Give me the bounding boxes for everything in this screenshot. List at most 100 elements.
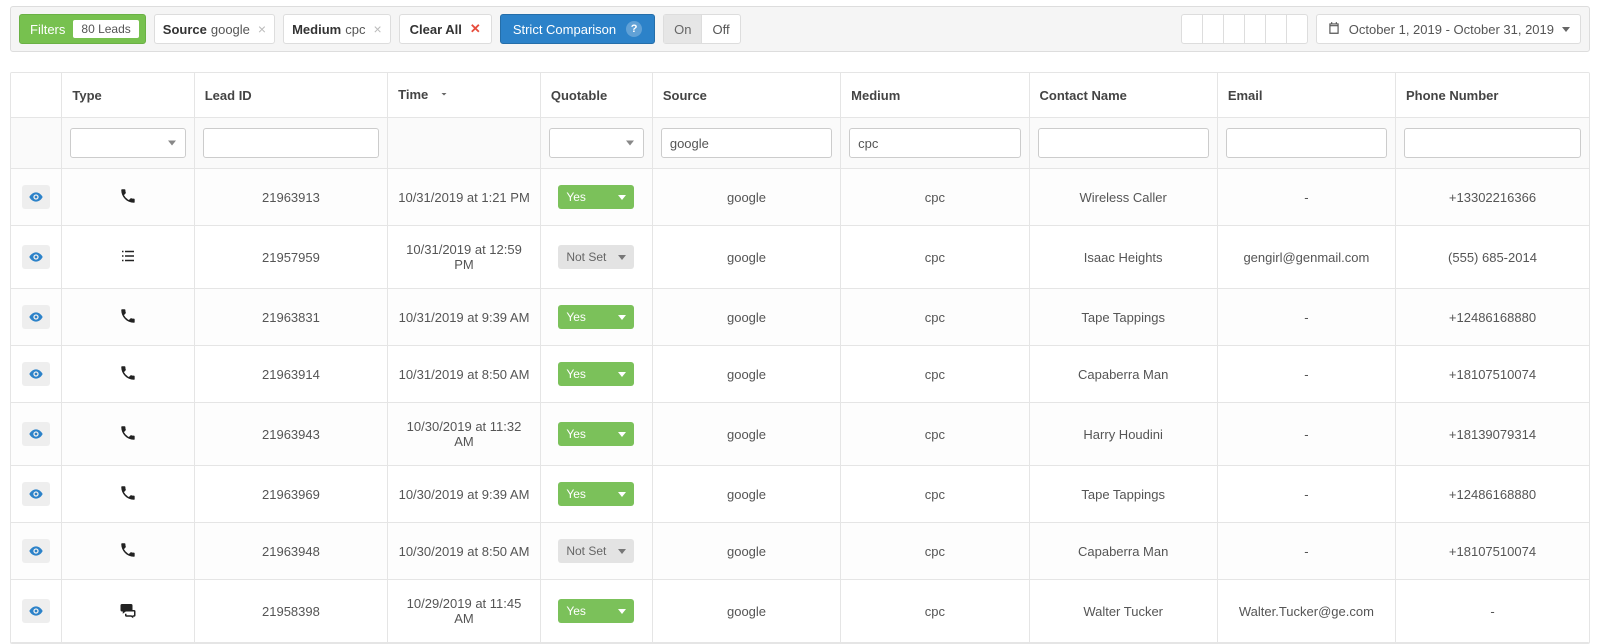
filters-count: 80 Leads xyxy=(73,20,138,38)
cell-contact: Wireless Caller xyxy=(1029,169,1217,226)
cell-lead-id: 21963913 xyxy=(194,169,387,226)
col-lead-id[interactable]: Lead ID xyxy=(194,73,387,118)
col-time[interactable]: Time xyxy=(388,73,541,118)
cell-phone: (555) 685-2014 xyxy=(1395,226,1589,289)
cell-contact: Walter Tucker xyxy=(1029,580,1217,643)
quotable-select[interactable]: Yes xyxy=(558,362,634,386)
cell-time: 10/31/2019 at 12:59 PM xyxy=(388,226,541,289)
filter-source[interactable] xyxy=(661,128,832,158)
col-medium[interactable]: Medium xyxy=(841,73,1029,118)
cell-medium: cpc xyxy=(841,289,1029,346)
cell-medium: cpc xyxy=(841,580,1029,643)
cell-source: google xyxy=(652,226,840,289)
strict-comparison-button[interactable]: Strict Comparison ? xyxy=(500,14,655,44)
quotable-select[interactable]: Not Set xyxy=(558,245,634,269)
date-range-button[interactable]: October 1, 2019 - October 31, 2019 xyxy=(1316,14,1581,44)
cell-medium: cpc xyxy=(841,523,1029,580)
view-row-button[interactable] xyxy=(22,305,50,329)
filter-medium[interactable] xyxy=(849,128,1020,158)
cell-source: google xyxy=(652,523,840,580)
col-contact[interactable]: Contact Name xyxy=(1029,73,1217,118)
quotable-select[interactable]: Yes xyxy=(558,422,634,446)
filter-tag-medium[interactable]: Medium cpc × xyxy=(283,14,391,44)
type-phone-icon xyxy=(119,313,137,328)
cell-phone: +12486168880 xyxy=(1395,466,1589,523)
cell-time: 10/30/2019 at 9:39 AM xyxy=(388,466,541,523)
caret-down-icon xyxy=(618,432,626,437)
download-button[interactable] xyxy=(1224,15,1245,43)
col-phone[interactable]: Phone Number xyxy=(1395,73,1589,118)
cell-time: 10/31/2019 at 8:50 AM xyxy=(388,346,541,403)
quotable-select[interactable]: Yes xyxy=(558,305,634,329)
cell-source: google xyxy=(652,346,840,403)
cell-time: 10/29/2019 at 11:45 AM xyxy=(388,580,541,643)
add-button[interactable] xyxy=(1203,15,1224,43)
col-email[interactable]: Email xyxy=(1217,73,1395,118)
leads-table: Type Lead ID Time Quotable Source Medium… xyxy=(10,72,1590,644)
link-button[interactable] xyxy=(1266,15,1287,43)
filter-phone[interactable] xyxy=(1404,128,1581,158)
close-icon[interactable]: × xyxy=(373,21,381,37)
type-chat-icon xyxy=(119,607,137,622)
toggle-on[interactable]: On xyxy=(664,15,702,43)
view-row-button[interactable] xyxy=(22,362,50,386)
caret-down-icon xyxy=(618,315,626,320)
cell-phone: +13302216366 xyxy=(1395,169,1589,226)
quotable-select[interactable]: Not Set xyxy=(558,539,634,563)
close-icon: ✕ xyxy=(470,21,481,37)
cell-email: - xyxy=(1217,403,1395,466)
col-source[interactable]: Source xyxy=(652,73,840,118)
cell-email: - xyxy=(1217,523,1395,580)
quotable-select[interactable]: Yes xyxy=(558,482,634,506)
type-form-icon xyxy=(119,253,137,268)
filter-type[interactable] xyxy=(70,128,185,158)
cell-phone: +12486168880 xyxy=(1395,289,1589,346)
view-row-button[interactable] xyxy=(22,185,50,209)
table-row: 2196383110/31/2019 at 9:39 AMYesgooglecp… xyxy=(11,289,1589,346)
filter-email[interactable] xyxy=(1226,128,1387,158)
table-header-row: Type Lead ID Time Quotable Source Medium… xyxy=(11,73,1589,118)
filter-contact[interactable] xyxy=(1038,128,1209,158)
filter-tag-source[interactable]: Source google × xyxy=(154,14,275,44)
toolbar-right: October 1, 2019 - October 31, 2019 xyxy=(1181,14,1581,44)
view-row-button[interactable] xyxy=(22,245,50,269)
view-row-button[interactable] xyxy=(22,599,50,623)
col-quotable[interactable]: Quotable xyxy=(540,73,652,118)
caret-down-icon xyxy=(618,195,626,200)
quotable-select[interactable]: Yes xyxy=(558,185,634,209)
cell-time: 10/30/2019 at 11:32 AM xyxy=(388,403,541,466)
cell-email: - xyxy=(1217,169,1395,226)
filter-lead-id[interactable] xyxy=(203,128,379,158)
toolbar-left: Filters 80 Leads Source google × Medium … xyxy=(19,14,741,44)
col-type[interactable]: Type xyxy=(62,73,194,118)
cell-email: - xyxy=(1217,466,1395,523)
clear-all-button[interactable]: Clear All ✕ xyxy=(399,14,492,44)
cell-lead-id: 21958398 xyxy=(194,580,387,643)
table-row: 2196391310/31/2019 at 1:21 PMYesgooglecp… xyxy=(11,169,1589,226)
toggle-off[interactable]: Off xyxy=(702,15,739,43)
cell-medium: cpc xyxy=(841,346,1029,403)
cell-lead-id: 21957959 xyxy=(194,226,387,289)
view-row-button[interactable] xyxy=(22,422,50,446)
cell-lead-id: 21963969 xyxy=(194,466,387,523)
cell-source: google xyxy=(652,289,840,346)
caret-down-icon xyxy=(618,372,626,377)
filters-button[interactable]: Filters 80 Leads xyxy=(19,14,146,44)
close-icon[interactable]: × xyxy=(258,21,266,37)
view-row-button[interactable] xyxy=(22,482,50,506)
strict-comparison-label: Strict Comparison xyxy=(513,22,616,37)
table-row: 2195795910/31/2019 at 12:59 PM Not Set goo… xyxy=(11,226,1589,289)
cell-time: 10/30/2019 at 8:50 AM xyxy=(388,523,541,580)
refresh-button[interactable] xyxy=(1287,15,1307,43)
cell-email: - xyxy=(1217,289,1395,346)
filter-quotable[interactable] xyxy=(549,128,644,158)
view-row-button[interactable] xyxy=(22,539,50,563)
action-button-group xyxy=(1181,14,1308,44)
upload-button[interactable] xyxy=(1182,15,1203,43)
quotable-select[interactable]: Yes xyxy=(558,599,634,623)
help-icon[interactable]: ? xyxy=(626,21,642,37)
strict-toggle: On Off xyxy=(663,14,740,44)
cell-contact: Isaac Heights xyxy=(1029,226,1217,289)
columns-button[interactable] xyxy=(1245,15,1266,43)
cell-source: google xyxy=(652,580,840,643)
